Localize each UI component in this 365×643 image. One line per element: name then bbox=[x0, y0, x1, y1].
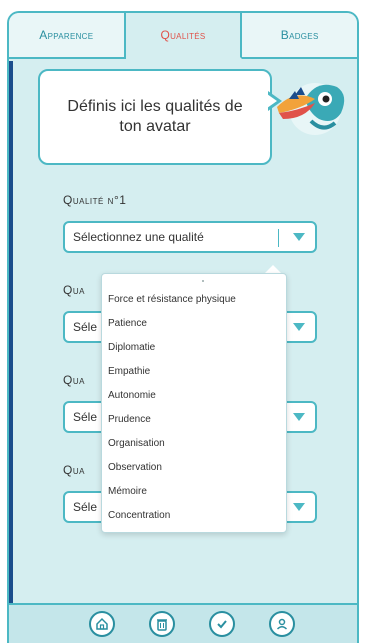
quality-2-label: Qua bbox=[63, 283, 85, 297]
validate-button[interactable] bbox=[209, 611, 235, 637]
home-icon bbox=[96, 617, 108, 630]
check-icon bbox=[217, 620, 227, 629]
quality-4-label: Qua bbox=[63, 463, 85, 477]
dropdown-option[interactable]: Force et résistance physique bbox=[102, 288, 286, 312]
bubble-line-1: Définis ici les qualités de bbox=[67, 98, 243, 115]
tab-badges[interactable]: Badges bbox=[242, 13, 357, 59]
delete-button[interactable] bbox=[149, 611, 175, 637]
bottom-toolbar bbox=[9, 603, 357, 643]
select-separator bbox=[278, 229, 279, 247]
quality-1-select[interactable]: Sélectionnez une qualité bbox=[63, 221, 317, 253]
speech-bubble: Définis ici les qualités de ton avatar bbox=[38, 69, 272, 165]
quality-3-label: Qua bbox=[63, 373, 85, 387]
toucan-mascot-icon bbox=[277, 83, 345, 135]
profile-icon bbox=[276, 618, 288, 630]
dropdown-option[interactable]: Empathie bbox=[102, 360, 286, 384]
app-frame: Apparence Qualités Badges Définis ici le… bbox=[7, 11, 359, 643]
quality-2-value: Séle bbox=[73, 320, 98, 334]
chevron-down-icon bbox=[293, 503, 305, 511]
dropdown-notch bbox=[265, 265, 281, 273]
bubble-line-2: ton avatar bbox=[119, 118, 191, 135]
tab-apparence[interactable]: Apparence bbox=[9, 13, 126, 59]
trash-icon bbox=[157, 619, 167, 631]
left-edge-bar bbox=[9, 61, 13, 621]
dropdown-option[interactable]: Patience bbox=[102, 312, 286, 336]
tab-qualites[interactable]: Qualités bbox=[125, 13, 243, 59]
chevron-down-icon bbox=[293, 323, 305, 331]
quality-3-value: Séle bbox=[73, 410, 98, 424]
quality-1-label: Qualité n°1 bbox=[63, 193, 127, 207]
dropdown-option[interactable]: Diplomatie bbox=[102, 336, 286, 360]
tab-bar: Apparence Qualités Badges bbox=[9, 13, 357, 59]
dropdown-option[interactable]: Mémoire bbox=[102, 480, 286, 504]
dropdown-scroll-dot bbox=[202, 280, 204, 282]
home-button[interactable] bbox=[89, 611, 115, 637]
dropdown-option[interactable]: Observation bbox=[102, 456, 286, 480]
dropdown-option[interactable]: Concentration bbox=[102, 504, 286, 528]
profile-button[interactable] bbox=[269, 611, 295, 637]
dropdown-option[interactable]: Autonomie bbox=[102, 384, 286, 408]
quality-dropdown-list: Force et résistance physique Patience Di… bbox=[101, 273, 287, 533]
quality-1-value: Sélectionnez une qualité bbox=[73, 230, 204, 244]
dropdown-option[interactable]: Prudence bbox=[102, 408, 286, 432]
chevron-down-icon bbox=[293, 233, 305, 241]
dropdown-option[interactable]: Organisation bbox=[102, 432, 286, 456]
quality-4-value: Séle bbox=[73, 500, 98, 514]
chevron-down-icon bbox=[293, 413, 305, 421]
